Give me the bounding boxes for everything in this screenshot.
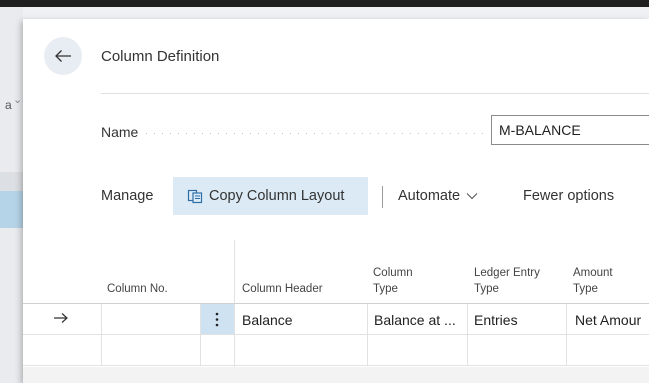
automate-menu-button[interactable]: Automate — [398, 177, 478, 215]
row-menu-button[interactable] — [201, 304, 234, 334]
row-divider — [23, 334, 649, 335]
column-definition-panel: Column Definition Name ·················… — [23, 19, 649, 383]
background-band — [0, 172, 23, 192]
copy-column-layout-button[interactable]: Copy Column Layout — [173, 177, 368, 215]
cell-divider — [101, 304, 102, 365]
cell-column-header[interactable]: Balance — [242, 312, 293, 328]
chevron-icon: ⌄ — [13, 94, 23, 106]
cell-divider — [367, 304, 368, 365]
automate-label: Automate — [398, 188, 461, 204]
amount-type-line1: Amount — [573, 267, 613, 279]
column-type-line2: Type — [373, 283, 398, 295]
cell-amount-type[interactable]: Net Amour — [575, 312, 649, 328]
cell-column-type[interactable]: Balance at ... — [374, 312, 456, 328]
row-divider — [23, 365, 649, 366]
background-page-strip: ⌄ a — [0, 7, 23, 383]
window-top-bar — [0, 0, 649, 7]
column-type-line1: Column — [373, 267, 413, 279]
fewer-options-button[interactable]: Fewer options — [523, 177, 614, 215]
background-text: a — [5, 98, 12, 112]
field-leader-dots: ········································… — [145, 129, 485, 137]
ledger-entry-type-line2: Type — [474, 283, 499, 295]
manage-label: Manage — [101, 188, 154, 204]
header-divider — [101, 93, 649, 94]
copy-layout-icon — [187, 189, 203, 203]
cell-divider — [566, 304, 567, 365]
name-input[interactable]: M-BALANCE — [491, 115, 649, 145]
header-row-divider — [23, 303, 649, 304]
cell-divider — [467, 304, 468, 365]
name-label: Name — [101, 124, 139, 140]
action-separator — [382, 186, 383, 208]
cell-ledger-entry-type[interactable]: Entries — [474, 312, 518, 328]
copy-column-layout-label: Copy Column Layout — [209, 188, 345, 204]
amount-type-line2: Type — [573, 283, 598, 295]
arrow-left-icon — [55, 50, 71, 62]
fewer-options-label: Fewer options — [523, 188, 615, 204]
vertical-ellipsis-icon — [215, 312, 219, 327]
background-selected-band — [0, 191, 23, 228]
manage-menu-button[interactable]: Manage — [101, 177, 153, 215]
column-header-column-no[interactable]: Column No. — [107, 281, 168, 377]
arrow-right-icon — [54, 313, 68, 323]
ledger-entry-type-line1: Ledger Entry — [474, 267, 540, 279]
chevron-down-icon — [466, 193, 478, 200]
panel-footer — [23, 367, 649, 383]
column-header-column-header[interactable]: Column Header — [242, 281, 323, 377]
action-bar: Manage Copy Column Layout Automate Fewer… — [101, 177, 649, 217]
page-title: Column Definition — [101, 48, 220, 65]
back-button[interactable] — [44, 37, 82, 75]
